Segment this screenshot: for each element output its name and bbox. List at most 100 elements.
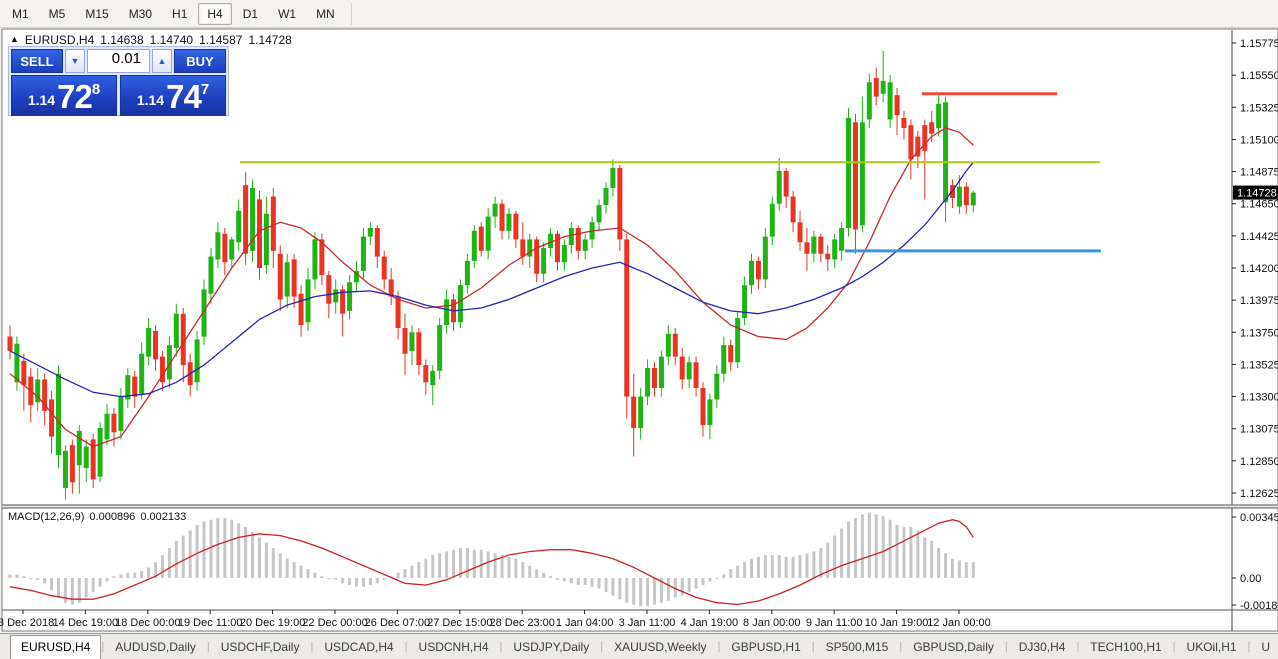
macd-histogram-bar <box>57 578 60 597</box>
timeframe-button-m30[interactable]: M30 <box>120 3 161 25</box>
tab-ukoil-h1[interactable]: UKOil,H1 <box>1176 635 1248 659</box>
macd-histogram-bar <box>9 574 12 578</box>
tab-dj30-h4[interactable]: DJ30,H4 <box>1008 635 1077 659</box>
macd-histogram-bar <box>916 530 919 578</box>
chevron-down-icon: ▼ <box>71 56 80 66</box>
candle-bearish <box>784 171 789 197</box>
macd-histogram-bar <box>244 527 247 578</box>
macd-histogram-bar <box>320 576 323 578</box>
macd-histogram-bar <box>785 557 788 578</box>
candle-bullish <box>486 217 491 251</box>
macd-histogram-bar <box>521 562 524 578</box>
candle-bullish <box>839 228 844 251</box>
candle-bearish <box>299 294 304 325</box>
tab-xauusd-weekly[interactable]: XAUUSD,Weekly <box>603 635 717 659</box>
tab-gbpusd-daily[interactable]: GBPUSD,Daily <box>902 635 1005 659</box>
candle-bullish <box>409 332 414 351</box>
macd-histogram-bar <box>140 571 143 578</box>
macd-histogram-bar <box>119 574 122 578</box>
buy-button[interactable]: BUY <box>174 49 226 73</box>
candle-bearish <box>292 259 297 296</box>
tab-eurusd-h4[interactable]: EURUSD,H4 <box>10 635 101 659</box>
date-tick-label: 18 Dec 00:00 <box>115 617 180 629</box>
date-tick-label: 1 Jan 04:00 <box>556 617 614 629</box>
date-tick-label: 12 Jan 00:00 <box>927 617 991 629</box>
timeframe-button-h4[interactable]: H4 <box>198 3 231 25</box>
candle-bearish <box>652 368 657 388</box>
macd-histogram-bar <box>868 513 871 578</box>
volume-increase-button[interactable]: ▲ <box>152 49 172 73</box>
candle-bullish <box>735 318 740 362</box>
tab-audusd-daily[interactable]: AUDUSD,Daily <box>104 635 207 659</box>
tab-usdcad-h4[interactable]: USDCAD,H4 <box>313 635 404 659</box>
candle-bullish <box>943 102 948 202</box>
tab-sp500-m15[interactable]: SP500,M15 <box>815 635 900 659</box>
candle-bearish <box>631 397 636 428</box>
macd-histogram-bar <box>230 520 233 578</box>
macd-histogram-bar <box>875 514 878 578</box>
candle-bullish <box>84 447 89 468</box>
timeframe-button-m5[interactable]: M5 <box>40 3 75 25</box>
candle-bullish <box>77 431 82 465</box>
tab-u[interactable]: U <box>1250 635 1278 659</box>
buy-price-pip: 7 <box>201 82 209 97</box>
macd-histogram-bar <box>729 569 732 578</box>
price-tick-label: 1.14650 <box>1240 199 1278 211</box>
tab-gbpusd-h1[interactable]: GBPUSD,H1 <box>720 635 811 659</box>
candle-bearish <box>222 234 227 263</box>
tab-usdchf-daily[interactable]: USDCHF,Daily <box>210 635 311 659</box>
timeframe-button-w1[interactable]: W1 <box>269 3 305 25</box>
candle-bullish <box>659 357 664 388</box>
price-tick-label: 1.14200 <box>1240 263 1278 275</box>
tab-usdjpy-daily[interactable]: USDJPY,Daily <box>502 635 600 659</box>
sell-price-pip: 8 <box>92 82 100 97</box>
macd-histogram-bar <box>632 578 635 605</box>
macd-histogram-bar <box>327 578 330 579</box>
candle-bullish <box>368 228 373 237</box>
candle-bullish <box>707 399 712 425</box>
tab-usdcnh-h4[interactable]: USDCNH,H4 <box>408 635 500 659</box>
buy-price-button[interactable]: 1.14 74 7 <box>120 75 226 116</box>
macd-histogram-bar <box>175 541 178 578</box>
candle-bullish <box>638 397 643 428</box>
candle-bearish <box>423 365 428 382</box>
candle-bullish <box>888 82 893 119</box>
macd-histogram-bar <box>341 578 344 583</box>
macd-histogram-bar <box>473 550 476 578</box>
sell-button[interactable]: SELL <box>11 49 63 73</box>
macd-histogram-bar <box>951 559 954 578</box>
one-click-trading-panel: SELL ▼ 0.01 ▲ BUY 1.14 72 8 1.14 74 7 <box>8 46 229 116</box>
macd-histogram-bar <box>126 573 129 578</box>
macd-histogram-bar <box>362 578 365 587</box>
macd-histogram-bar <box>611 578 614 596</box>
macd-histogram-bar <box>397 573 400 578</box>
current-price-label: 1.14728 <box>1237 188 1277 200</box>
macd-histogram-bar <box>882 516 885 578</box>
timeframe-button-m1[interactable]: M1 <box>3 3 38 25</box>
date-tick-label: 9 Jan 11:00 <box>806 617 863 629</box>
timeframe-button-h1[interactable]: H1 <box>163 3 196 25</box>
timeframe-button-mn[interactable]: MN <box>307 3 344 25</box>
timeframe-button-d1[interactable]: D1 <box>234 3 267 25</box>
tab-tech100-h1[interactable]: TECH100,H1 <box>1079 635 1172 659</box>
macd-histogram-bar <box>92 578 95 592</box>
candle-bullish <box>215 232 220 259</box>
volume-decrease-button[interactable]: ▼ <box>65 49 85 73</box>
macd-histogram-bar <box>937 548 940 578</box>
timeframe-toolbar: M1M5M15M30H1H4D1W1MN <box>0 0 1278 28</box>
candle-bullish <box>305 279 310 322</box>
candle-bullish <box>846 118 851 228</box>
candle-bearish <box>929 122 934 133</box>
macd-histogram-bar <box>265 543 268 578</box>
macd-histogram-bar <box>168 548 171 578</box>
candle-bullish <box>430 371 435 385</box>
volume-input[interactable]: 0.01 <box>87 49 150 73</box>
sell-price-button[interactable]: 1.14 72 8 <box>11 75 117 116</box>
macd-histogram-bar <box>334 578 337 580</box>
timeframe-button-m15[interactable]: M15 <box>76 3 117 25</box>
macd-histogram-bar <box>64 578 67 603</box>
macd-histogram-bar <box>36 578 39 580</box>
candle-bullish <box>506 214 511 231</box>
date-tick-label: 10 Jan 19:00 <box>865 617 929 629</box>
candle-bullish <box>444 299 449 325</box>
